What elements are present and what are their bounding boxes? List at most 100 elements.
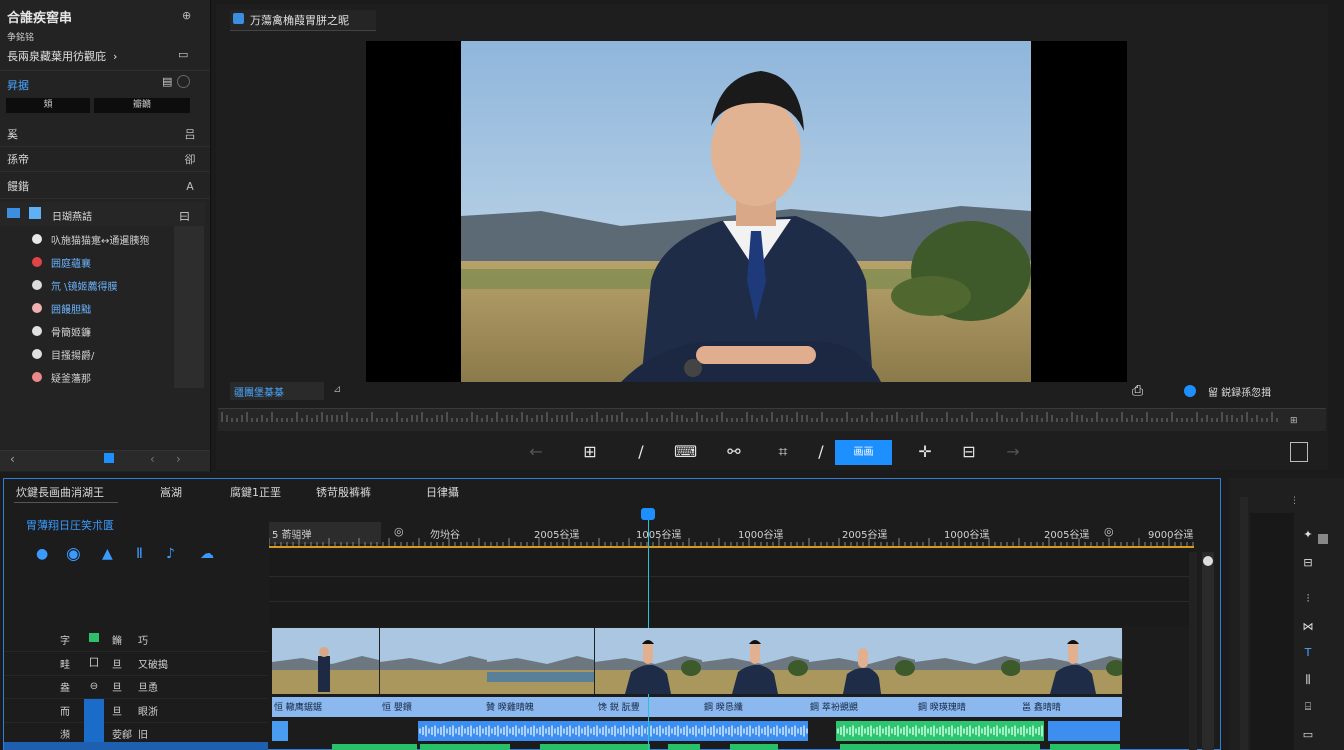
- section-row-1[interactable]: 奚吕: [0, 122, 210, 147]
- tool-text-icon[interactable]: Ⅱ: [136, 546, 143, 562]
- prev-icon[interactable]: ‹: [150, 452, 155, 466]
- track-lock[interactable]: 荌鄃: [112, 726, 132, 741]
- folder-icon[interactable]: ▭: [178, 48, 188, 61]
- snap-icon-2[interactable]: ◎: [1104, 525, 1114, 538]
- music-clip[interactable]: [1050, 744, 1120, 750]
- video-thumbnail[interactable]: [1020, 628, 1123, 694]
- track-header-row[interactable]: 畦 囗 旦 又破搗: [4, 652, 268, 676]
- file-item[interactable]: 叺施猫猫疐↔通暹胰狍: [32, 229, 149, 249]
- next-icon[interactable]: ›: [176, 452, 181, 466]
- video-thumbnail[interactable]: [487, 628, 595, 694]
- breadcrumb[interactable]: 長兩泉藏葉用彷觀庇 ›: [7, 48, 117, 64]
- panel-subtitle: 争銘铭: [7, 30, 34, 43]
- ripple-icon[interactable]: ⫶: [1299, 592, 1317, 606]
- type-tool-icon[interactable]: T: [1299, 646, 1317, 659]
- track-lock[interactable]: 鏅: [112, 632, 122, 647]
- video-thumbnail[interactable]: [809, 628, 917, 694]
- track-toggle[interactable]: [84, 628, 104, 651]
- tab-effects[interactable]: 腐鍵1正垩: [230, 484, 281, 500]
- tool-record-icon[interactable]: ◉: [66, 544, 81, 564]
- mode-button[interactable]: 画画: [835, 440, 892, 465]
- track-header-row[interactable]: 盎 ⊖ 旦 旦恿: [4, 675, 268, 699]
- playhead-handle[interactable]: [641, 508, 655, 520]
- fullscreen-icon[interactable]: [1290, 442, 1308, 462]
- razor-icon[interactable]: ⋈: [1299, 620, 1317, 633]
- scroll-handle[interactable]: [1203, 556, 1213, 566]
- music-clip[interactable]: [730, 744, 778, 750]
- video-thumbnail[interactable]: [272, 628, 380, 694]
- audio-clip[interactable]: [272, 721, 288, 741]
- list-scrollbar[interactable]: [174, 226, 204, 388]
- pointer-icon[interactable]: ✦: [1299, 528, 1317, 541]
- scroll-left-icon[interactable]: ‹: [10, 452, 15, 466]
- track-lock[interactable]: 旦: [112, 679, 122, 694]
- music-clip[interactable]: [540, 744, 650, 750]
- preview-title[interactable]: 万蕩禽桷葭胃胼之昵: [250, 12, 349, 28]
- comment-icon[interactable]: ⌨: [674, 442, 696, 462]
- tab-transitions[interactable]: 锈苛殷裤裤: [316, 484, 371, 500]
- frame-icon[interactable]: ⊟: [958, 442, 980, 462]
- file-item[interactable]: 氘 \镜姬薦得膜: [32, 275, 118, 295]
- music-clip[interactable]: [332, 744, 417, 750]
- track-lock[interactable]: 旦: [112, 703, 122, 718]
- tool-cloud-icon[interactable]: ☁: [200, 546, 214, 562]
- folder-label[interactable]: 日瑚燕詰: [52, 208, 92, 223]
- file-item[interactable]: 囲庭蘊襄: [32, 252, 91, 272]
- tool-select-icon[interactable]: ●: [36, 546, 48, 562]
- track-toggle[interactable]: 囗: [84, 652, 104, 675]
- forward-arrow-icon[interactable]: →: [1002, 442, 1024, 462]
- back-arrow-icon[interactable]: ←: [525, 442, 547, 462]
- file-item[interactable]: 疑釜藩那: [32, 367, 91, 387]
- track-toggle[interactable]: [84, 699, 104, 722]
- track-toggle[interactable]: ⊖: [84, 675, 104, 698]
- track-header[interactable]: 胃薄翔日圧笑朮匱: [26, 517, 114, 533]
- video-thumbnail[interactable]: [915, 628, 1023, 694]
- section-row-3[interactable]: 饅鍇 A: [0, 174, 210, 199]
- play-marker-icon[interactable]: [104, 453, 114, 463]
- music-clip[interactable]: [840, 744, 1040, 750]
- video-thumbnail[interactable]: [702, 628, 810, 694]
- clip-tab[interactable]: 疆團堡棊棊: [234, 384, 284, 399]
- snap-icon[interactable]: ◎: [394, 525, 404, 538]
- file-item[interactable]: 囲饅胆黜: [32, 298, 91, 318]
- track-lock[interactable]: 旦: [112, 656, 122, 671]
- slash-icon[interactable]: /: [630, 442, 652, 462]
- move-icon[interactable]: ✛: [914, 442, 936, 462]
- video-thumbnail[interactable]: [595, 628, 703, 694]
- music-clip[interactable]: [420, 744, 510, 750]
- settings-icon[interactable]: ⋮: [1290, 496, 1320, 506]
- tab-active[interactable]: 昇据: [7, 77, 29, 93]
- tab-timeline[interactable]: 炊鍵長画曲消湖王: [16, 484, 104, 500]
- crop-icon[interactable]: ⌗: [772, 442, 794, 462]
- view-icon[interactable]: ▤: [162, 75, 172, 88]
- music-clip[interactable]: [668, 744, 700, 750]
- track-select-icon[interactable]: ⊟: [1299, 556, 1317, 569]
- work-area-bar[interactable]: [269, 546, 1194, 548]
- tool-mic-icon[interactable]: ▲: [102, 546, 113, 562]
- slip-icon[interactable]: ⫼: [1299, 673, 1317, 687]
- tab-titles[interactable]: 日律攝: [426, 484, 459, 500]
- file-item[interactable]: 骨簡姬鐮: [32, 321, 91, 341]
- panel-settings-icon[interactable]: ⊕: [182, 9, 191, 22]
- panel-handle[interactable]: [1318, 534, 1328, 544]
- section-row-2[interactable]: 孫帝卻: [0, 147, 210, 172]
- pen-icon[interactable]: ⌸: [1299, 700, 1317, 714]
- audio-clip[interactable]: [1048, 721, 1120, 741]
- hand-icon[interactable]: ▭: [1299, 728, 1317, 741]
- track-header-row[interactable]: 而 旦 眼浙: [4, 699, 268, 723]
- marker-icon[interactable]: ⊿: [333, 384, 341, 395]
- filter-icon[interactable]: [177, 75, 190, 88]
- track-header-row[interactable]: 字鏅巧: [4, 628, 268, 652]
- timeline-scrollbar[interactable]: [1202, 552, 1214, 750]
- tool-speaker-icon[interactable]: ♪: [166, 546, 175, 562]
- link-icon[interactable]: ⚯: [723, 442, 745, 462]
- grid-icon[interactable]: ⊞: [579, 442, 601, 462]
- mini-tab-2[interactable]: 瓣鏅: [94, 98, 190, 113]
- zoom-icon[interactable]: ⊞: [1290, 416, 1298, 426]
- file-item[interactable]: 目搔揚爵/: [32, 344, 94, 364]
- mini-tab-1[interactable]: 頍: [6, 98, 90, 113]
- video-thumbnail[interactable]: [380, 628, 488, 694]
- export-frame-icon[interactable]: ⎙: [1132, 383, 1143, 399]
- slash-icon-2[interactable]: /: [810, 442, 832, 462]
- tab-audio[interactable]: 嵩湖: [160, 484, 182, 500]
